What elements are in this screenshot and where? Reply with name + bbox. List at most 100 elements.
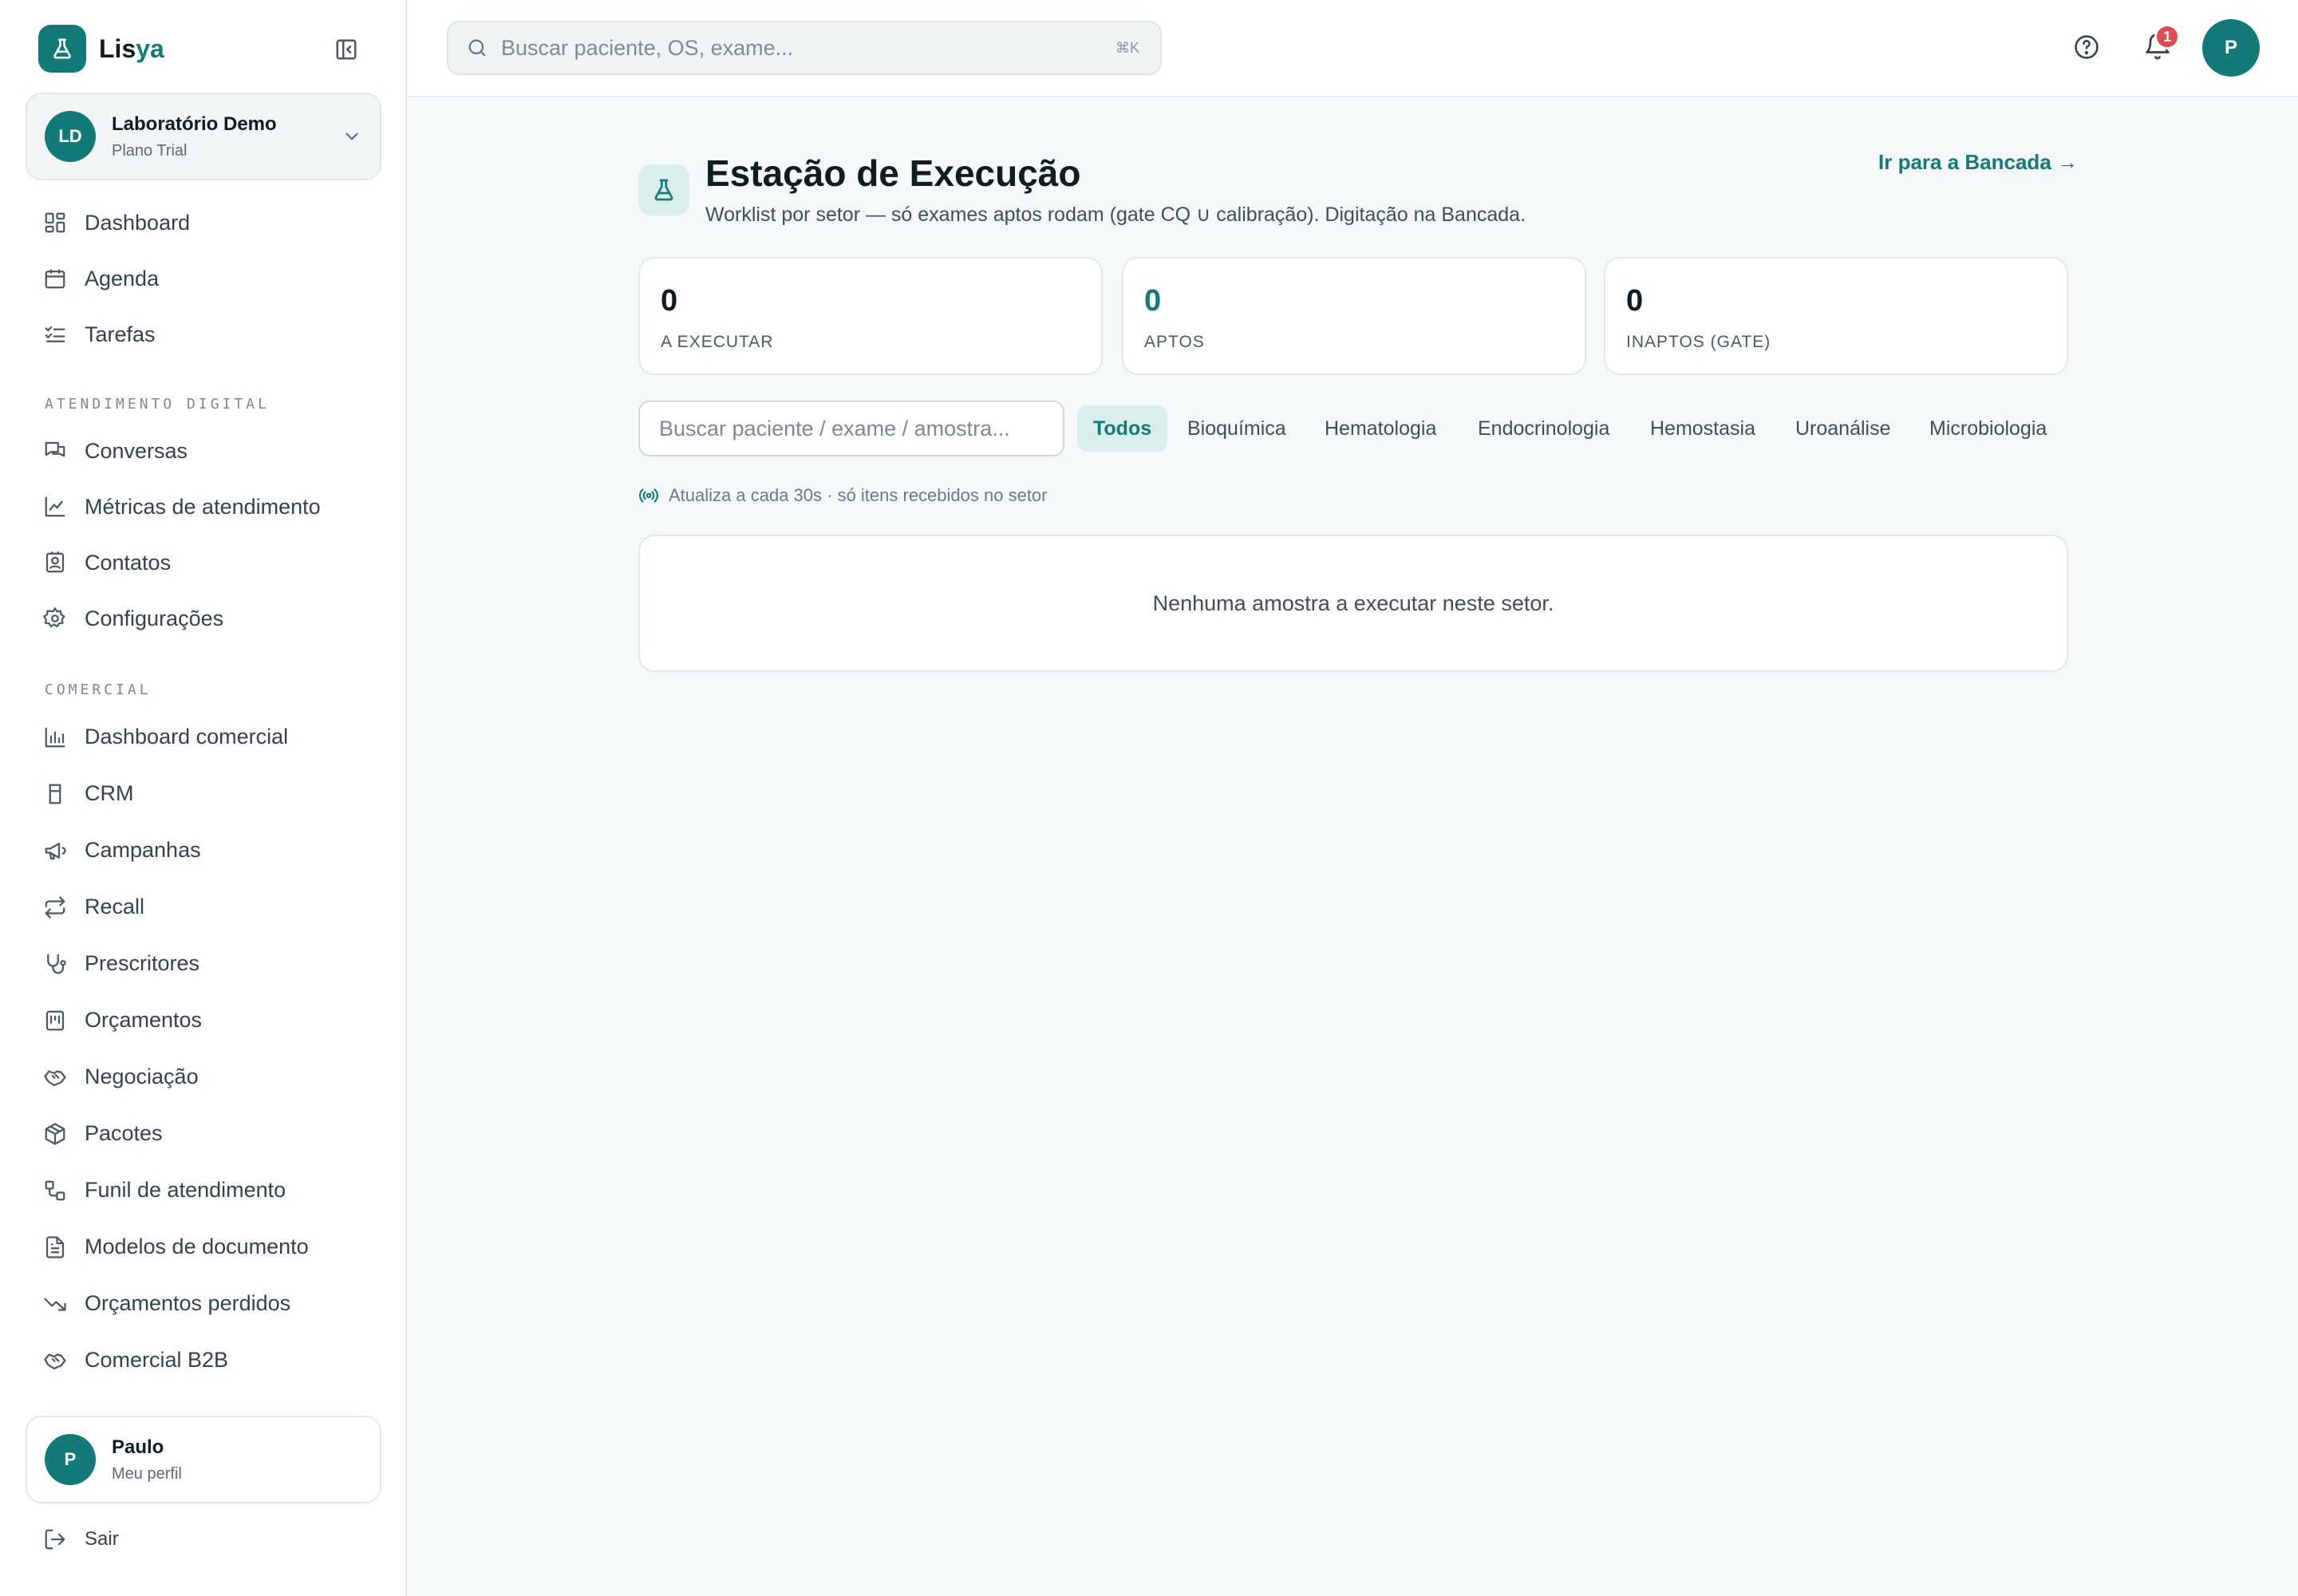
tab-endocrinologia[interactable]: Endocrinologia <box>1462 405 1625 452</box>
chat-bubbles-icon <box>45 441 65 457</box>
profile-card[interactable]: P Paulo Meu perfil <box>26 1416 381 1503</box>
nav-atendimento: Conversas Métricas de atendimento Contat… <box>26 423 381 646</box>
receipt-icon <box>45 1010 65 1030</box>
brand[interactable]: Lisya <box>38 24 164 73</box>
sidebar-item-label: Pacotes <box>85 1121 163 1145</box>
sidebar-item-dashboard-comercial[interactable]: Dashboard comercial <box>26 709 381 765</box>
notification-badge: 1 <box>2154 24 2180 49</box>
profile-name: Paulo <box>112 1436 164 1458</box>
org-name: Laboratório Demo <box>112 113 277 135</box>
sidebar-item-label: Recall <box>85 895 145 918</box>
handshake-icon <box>44 1069 66 1086</box>
stat-label: A EXECUTAR <box>661 333 774 351</box>
tab-microbiologia[interactable]: Microbiologia <box>1913 405 2063 452</box>
line-chart-icon <box>45 496 65 517</box>
sidebar-item-label: Configurações <box>85 606 224 630</box>
layout-grid-icon <box>45 212 65 233</box>
calendar-icon <box>45 269 65 289</box>
megaphone-icon <box>45 842 66 859</box>
stat-label: INAPTOS (GATE) <box>1626 333 1771 351</box>
nav-comercial: Dashboard comercial CRM Campanhas Recall… <box>26 709 381 1389</box>
search-shortcut: ⌘K <box>1115 39 1139 56</box>
sidebar-item-label: Negociação <box>85 1065 199 1088</box>
worklist-search-input[interactable] <box>638 401 1064 456</box>
sidebar-item-comercial-b2b[interactable]: Comercial B2B <box>26 1332 381 1389</box>
stat-value: 0 <box>1144 284 1162 318</box>
search-input[interactable] <box>501 35 1108 61</box>
sidebar-item-label: Agenda <box>85 266 160 290</box>
file-text-icon <box>45 1235 65 1258</box>
sidebar-item-label: Contatos <box>85 550 172 575</box>
sidebar-item-contatos[interactable]: Contatos <box>26 535 381 591</box>
stat-value: 0 <box>1626 284 1644 318</box>
tab-uroanalise[interactable]: Uroanálise <box>1779 405 1907 452</box>
sidebar-item-label: Dashboard <box>85 210 191 235</box>
page-subtitle: Worklist por setor — só exames aptos rod… <box>705 203 1526 226</box>
user-avatar-button[interactable]: P <box>2202 19 2260 77</box>
brand-name: Lisya <box>99 34 164 63</box>
sidebar-item-prescritores[interactable]: Prescritores <box>26 935 381 992</box>
sidebar-item-label: Comercial B2B <box>85 1348 229 1372</box>
list-checks-icon <box>45 326 65 342</box>
gear-icon <box>43 606 65 628</box>
sidebar-item-negociacao[interactable]: Negociação <box>26 1049 381 1105</box>
tab-todos[interactable]: Todos <box>1077 405 1168 452</box>
sidebar: Lisya LD Laboratório Demo Plano Trial Da… <box>0 0 407 1596</box>
sidebar-item-campanhas[interactable]: Campanhas <box>26 822 381 879</box>
tab-hemostasia[interactable]: Hemostasia <box>1634 405 1771 452</box>
refresh-note-text: Atualiza a cada 30s · só itens recebidos… <box>669 485 1048 505</box>
sidebar-item-label: Orçamentos <box>85 1008 203 1032</box>
search-icon <box>468 39 486 57</box>
sidebar-item-label: Modelos de documento <box>85 1235 309 1258</box>
workflow-icon <box>45 1180 65 1200</box>
tab-bioquimica[interactable]: Bioquímica <box>1171 405 1302 452</box>
org-plan: Plano Trial <box>112 141 188 160</box>
sidebar-item-crm[interactable]: CRM <box>26 765 381 822</box>
package-icon <box>45 1122 65 1145</box>
sidebar-item-orcamentos-perdidos[interactable]: Orçamentos perdidos <box>26 1275 381 1332</box>
sidebar-item-tarefas[interactable]: Tarefas <box>26 306 381 362</box>
sidebar-item-conversas[interactable]: Conversas <box>26 423 381 479</box>
radio-signal-icon <box>639 488 658 503</box>
sidebar-item-agenda[interactable]: Agenda <box>26 251 381 306</box>
tab-hematologia[interactable]: Hematologia <box>1309 405 1452 452</box>
bar-chart-icon <box>45 727 65 747</box>
sidebar-item-label: Funil de atendimento <box>85 1178 286 1202</box>
sidebar-item-label: Dashboard comercial <box>85 725 289 749</box>
go-to-bancada-link[interactable]: Ir para a Bancada → <box>1878 150 2078 175</box>
sidebar-item-label: Orçamentos perdidos <box>85 1291 291 1315</box>
repeat-icon <box>45 895 65 918</box>
stat-card-inaptos: 0 INAPTOS (GATE) <box>1604 257 2068 375</box>
empty-message: Nenhuma amostra a executar neste setor. <box>1152 591 1554 615</box>
sidebar-item-configuracoes[interactable]: Configurações <box>26 591 381 646</box>
avatar: P <box>45 1434 96 1485</box>
flask-icon <box>638 164 689 215</box>
page-title: Estação de Execução <box>705 152 1081 194</box>
org-avatar: LD <box>45 111 96 162</box>
topbar: ⌘K 1 P <box>409 0 2298 97</box>
refresh-note: Atualiza a cada 30s · só itens recebidos… <box>638 485 1048 506</box>
trending-down-icon <box>44 1298 66 1311</box>
empty-worklist: Nenhuma amostra a executar neste setor. <box>638 535 2068 672</box>
sidebar-item-label: Métricas de atendimento <box>85 494 321 519</box>
sidebar-item-modelos[interactable]: Modelos de documento <box>26 1219 381 1275</box>
sidebar-item-label: Campanhas <box>85 838 201 862</box>
global-search[interactable]: ⌘K <box>447 21 1162 75</box>
sidebar-item-funil[interactable]: Funil de atendimento <box>26 1162 381 1219</box>
sidebar-item-recall[interactable]: Recall <box>26 879 381 935</box>
sidebar-item-label: CRM <box>85 781 134 805</box>
logout-button[interactable]: Sair <box>43 1527 119 1551</box>
sidebar-collapse-icon[interactable] <box>330 35 362 64</box>
org-switcher[interactable]: LD Laboratório Demo Plano Trial <box>26 93 381 180</box>
stat-value: 0 <box>661 284 678 318</box>
sidebar-item-dashboard[interactable]: Dashboard <box>26 195 381 251</box>
contact-card-icon <box>45 551 65 573</box>
stat-label: APTOS <box>1144 333 1205 351</box>
sidebar-item-orcamentos[interactable]: Orçamentos <box>26 992 381 1049</box>
section-title-atendimento: ATENDIMENTO DIGITAL <box>45 396 270 413</box>
handshake-icon <box>44 1353 66 1369</box>
help-icon[interactable] <box>2073 34 2100 65</box>
sidebar-item-pacotes[interactable]: Pacotes <box>26 1105 381 1162</box>
sidebar-item-metricas[interactable]: Métricas de atendimento <box>26 479 381 535</box>
stat-card-a-executar: 0 A EXECUTAR <box>638 257 1103 375</box>
